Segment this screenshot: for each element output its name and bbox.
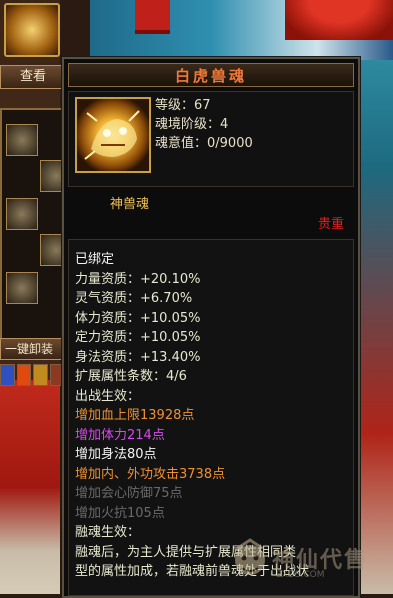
tooltip-title-bar: 白虎兽魂	[68, 63, 354, 87]
attribute-line: 出战生效：	[75, 388, 141, 404]
item-header: 等级：67 魂境阶级：4 魂意值：0/9000	[68, 91, 354, 187]
attribute-line: 增加体力214点	[75, 427, 165, 443]
item-tooltip: 白虎兽魂 等级：67 魂境阶级：4 魂意值：0/9000 神兽魂 贵重 已绑定 …	[62, 57, 360, 598]
white-tiger-soul-icon	[75, 97, 151, 173]
attribute-line: 扩展属性条数：4/6	[75, 369, 187, 384]
attribute-line: 增加血上限13928点	[75, 408, 195, 423]
watermark-url: SXDS.COM	[276, 570, 325, 580]
item-subheader: 神兽魂 贵重	[68, 189, 352, 235]
skill-icon[interactable]	[0, 364, 15, 386]
attribute-line: 增加身法80点	[75, 447, 157, 462]
item-level: 等级：67	[155, 98, 211, 113]
skill-icon[interactable]	[16, 364, 31, 386]
pet-portrait[interactable]	[4, 3, 60, 57]
skill-icon[interactable]	[33, 364, 48, 386]
unequip-all-button[interactable]: 一键卸装	[0, 338, 70, 360]
attribute-line: 体力资质：+10.05%	[75, 310, 201, 326]
attribute-list: 已绑定力量资质：+20.10% 灵气资质：+6.70% 体力资质：+10.05% 定力…	[75, 250, 309, 582]
equipment-frame	[0, 108, 72, 347]
background-decoration	[285, 0, 393, 40]
attribute-line: 增加火抗105点	[75, 505, 165, 521]
attribute-line: 力量资质：+20.10%	[75, 271, 201, 287]
item-rarity: 贵重	[317, 217, 344, 232]
background-right-wall	[355, 60, 393, 594]
view-button[interactable]: 查看	[0, 65, 66, 89]
character-panel: 查看 一键卸装	[0, 0, 72, 400]
item-stats: 等级：67 魂境阶级：4 魂意值：0/9000	[155, 96, 253, 153]
mascot-logo-icon	[235, 538, 265, 575]
attribute-line: 已绑定	[75, 252, 115, 267]
equip-slot[interactable]	[6, 198, 38, 230]
skill-bar	[0, 364, 64, 386]
item-type: 神兽魂	[110, 197, 150, 212]
item-realm: 魂境阶级：4	[155, 117, 229, 132]
item-name: 白虎兽魂	[174, 66, 247, 85]
item-soul-value: 魂意值：0/9000	[155, 136, 253, 151]
attribute-line: 灵气资质：+6.70%	[75, 291, 193, 306]
attribute-line: 定力资质：+10.05%	[75, 330, 201, 345]
attribute-line: 增加会心防御75点	[75, 486, 183, 501]
equip-slot[interactable]	[6, 272, 38, 304]
equip-slot[interactable]	[6, 124, 38, 156]
background-floor	[0, 380, 60, 594]
background-lantern	[135, 0, 170, 34]
attribute-line: 身法资质：+13.40%	[75, 349, 201, 365]
attribute-line: 增加内、外功攻击3738点	[75, 466, 226, 482]
watermark: 神仙代售 SXDS.COM	[230, 538, 390, 588]
